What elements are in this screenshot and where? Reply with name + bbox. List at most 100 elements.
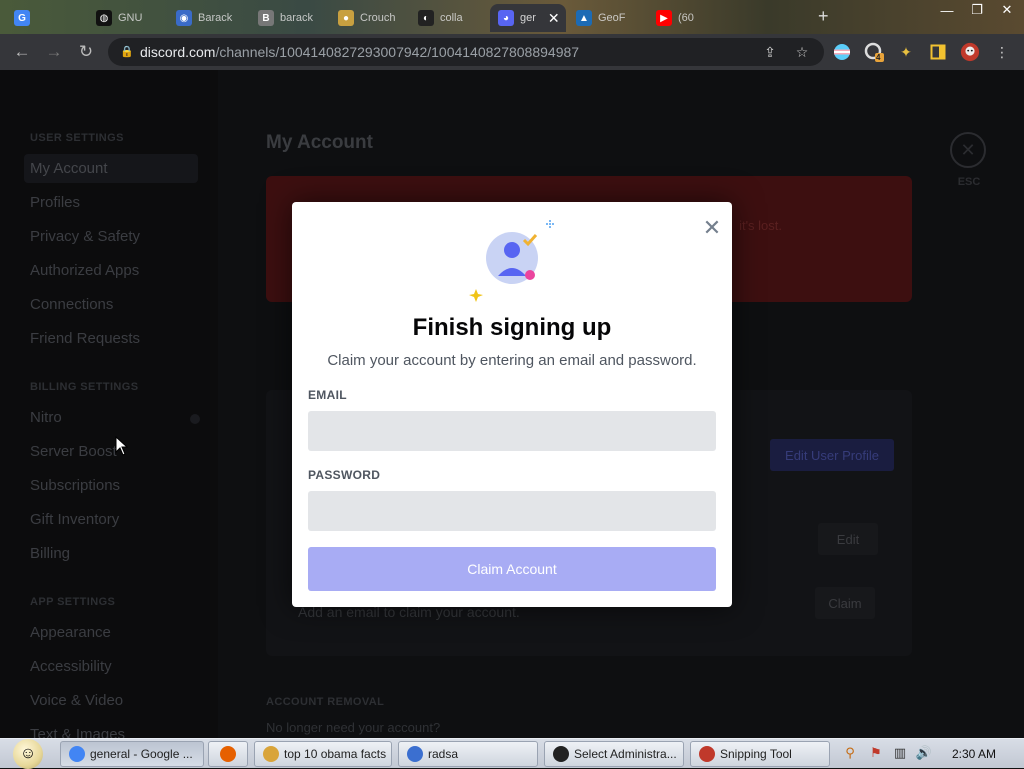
edit-user-profile-button[interactable]: Edit User Profile <box>770 439 894 471</box>
browser-tab[interactable]: ◕ ger ✕ <box>490 4 566 32</box>
close-settings-icon[interactable]: ✕ <box>950 132 986 168</box>
tab-title: Barack <box>198 12 233 24</box>
bookmark-star-icon[interactable]: ☆ <box>792 38 812 66</box>
taskbar-item[interactable]: general - Google ... <box>60 741 204 767</box>
taskbar-item-label: top 10 obama facts <box>284 747 387 761</box>
taskbar-item[interactable]: Snipping Tool <box>690 741 830 767</box>
sidebar-item-voice-video[interactable]: Voice & Video <box>30 692 123 709</box>
chrome-icon <box>69 746 85 762</box>
browser-tab[interactable]: ◐ colla <box>410 4 486 32</box>
coin-icon: ● <box>338 10 354 26</box>
email-field[interactable] <box>308 411 716 451</box>
sidebar-item-accessibility[interactable]: Accessibility <box>30 658 112 675</box>
bookmark-icon: B <box>258 10 274 26</box>
tab-title: barack <box>280 12 314 24</box>
browser-tab[interactable]: ◍ GNU <box>88 4 164 32</box>
modal-title: Finish signing up <box>412 314 612 341</box>
password-label: PASSWORD <box>308 468 381 482</box>
account-illustration-icon <box>469 220 554 302</box>
lock-icon: 🔒 <box>120 46 134 58</box>
sidebar-item-subscriptions[interactable]: Subscriptions <box>30 477 120 494</box>
esc-label: ESC <box>957 176 981 188</box>
settings-sidebar: USER SETTINGS My Account Profiles Privac… <box>0 70 218 738</box>
extension-flag-icon[interactable] <box>832 42 852 62</box>
sidepanel-icon[interactable] <box>928 42 948 62</box>
extension-counter-icon[interactable]: 4 <box>864 42 884 62</box>
claim-button[interactable]: Claim <box>815 587 875 619</box>
volume-icon[interactable]: 🔊 <box>916 745 932 761</box>
browser-tab[interactable]: G <box>6 4 84 32</box>
sidebar-item-friend-requests[interactable]: Friend Requests <box>30 330 140 347</box>
finish-signup-modal: ✕ Finish signing up Claim your account b… <box>292 202 732 607</box>
page-title: My Account <box>266 132 373 153</box>
app-settings-heading: APP SETTINGS <box>30 596 116 608</box>
sidebar-item-server-boost[interactable]: Server Boost <box>30 443 117 460</box>
sidebar-item-connections[interactable]: Connections <box>30 296 113 313</box>
taskbar-item[interactable] <box>208 741 248 767</box>
tab-close-icon[interactable]: ✕ <box>548 10 560 27</box>
back-icon[interactable]: ← <box>12 42 32 62</box>
taskbar-item[interactable]: Select Administra... <box>544 741 684 767</box>
taskbar-item-label: Select Administra... <box>574 747 677 761</box>
tray-device-icon[interactable]: ▥ <box>892 745 908 761</box>
cmd-icon <box>553 746 569 762</box>
restore-icon[interactable]: ❐ <box>962 0 992 20</box>
browser-toolbar: ← → ↻ 🔒 discord.com/channels/10041408272… <box>0 34 1024 70</box>
puzzle-icon[interactable]: ✦ <box>896 42 916 62</box>
sidebar-item-gift-inventory[interactable]: Gift Inventory <box>30 511 119 528</box>
taskbar-item-label: Snipping Tool <box>720 747 792 761</box>
esc-control[interactable]: ✕ ESC <box>950 132 988 188</box>
browser-tab[interactable]: ● Crouch <box>330 4 406 32</box>
sidebar-item-authorized-apps[interactable]: Authorized Apps <box>30 262 139 279</box>
browser-tab-strip: + — ❐ ✕ G ◍ GNU ◉ Barack Bbarack ● Crouch ◐ colla… <box>0 0 1024 34</box>
claim-account-button[interactable]: Claim Account <box>308 547 716 591</box>
minimize-icon[interactable]: — <box>932 0 962 20</box>
password-field[interactable] <box>308 491 716 531</box>
window-close-icon[interactable]: ✕ <box>992 0 1022 20</box>
folder-icon <box>263 746 279 762</box>
sidebar-item-nitro[interactable]: Nitro <box>30 409 62 426</box>
account-removal-heading: ACCOUNT REMOVAL <box>266 696 385 708</box>
browser-tab[interactable]: ◉ Barack <box>168 4 246 32</box>
tab-title: GNU <box>118 12 143 24</box>
taskbar-item[interactable]: radsa <box>398 741 538 767</box>
url-text: discord.com/channels/1004140827293007942… <box>140 44 580 60</box>
edit-button[interactable]: Edit <box>818 523 878 555</box>
close-icon[interactable]: ✕ <box>702 215 722 240</box>
browser-tab[interactable]: ▶ (60 <box>648 4 724 32</box>
sidebar-item-my-account[interactable]: My Account <box>24 154 198 183</box>
reload-icon[interactable]: ↻ <box>76 42 96 62</box>
start-button[interactable]: ☺ <box>8 739 48 769</box>
clock[interactable]: 2:30 AM <box>952 747 996 761</box>
sidebar-item-text-images[interactable]: Text & Images <box>30 726 125 738</box>
profile-avatar[interactable] <box>960 42 980 62</box>
extension-badge: 4 <box>876 53 881 62</box>
taskbar-item-label: general - Google ... <box>90 747 193 761</box>
sidebar-item-billing[interactable]: Billing <box>30 545 70 562</box>
start-orb-icon: ☺ <box>13 739 43 769</box>
forward-icon[interactable]: → <box>44 42 64 62</box>
user-settings-heading: USER SETTINGS <box>30 132 124 144</box>
new-tab-button[interactable]: + <box>818 6 829 27</box>
discord-icon: ◕ <box>498 10 514 26</box>
address-bar[interactable]: 🔒 discord.com/channels/10041408272930079… <box>108 38 824 66</box>
nitro-badge <box>190 414 200 424</box>
email-label: EMAIL <box>308 388 347 402</box>
browser-tab[interactable]: Bbarack <box>250 4 326 32</box>
network-warning-icon[interactable]: ⚑ <box>868 745 884 761</box>
billing-settings-heading: BILLING SETTINGS <box>30 381 139 393</box>
banner-text: it's lost. <box>739 218 782 233</box>
tab-title: colla <box>440 12 463 24</box>
sidebar-item-profiles[interactable]: Profiles <box>30 194 80 211</box>
search-icon[interactable]: ⚲ <box>842 745 858 761</box>
geo-icon: ▲ <box>576 10 592 26</box>
mouse-cursor-icon <box>115 436 129 456</box>
app-icon <box>407 746 423 762</box>
share-icon[interactable]: ⇪ <box>760 38 780 66</box>
menu-icon[interactable]: ⋮ <box>992 42 1012 62</box>
sidebar-item-appearance[interactable]: Appearance <box>30 624 111 641</box>
tab-title: ger <box>520 12 536 24</box>
browser-tab[interactable]: ▲ GeoF <box>568 4 644 32</box>
sidebar-item-privacy[interactable]: Privacy & Safety <box>30 228 140 245</box>
taskbar-item[interactable]: top 10 obama facts <box>254 741 392 767</box>
